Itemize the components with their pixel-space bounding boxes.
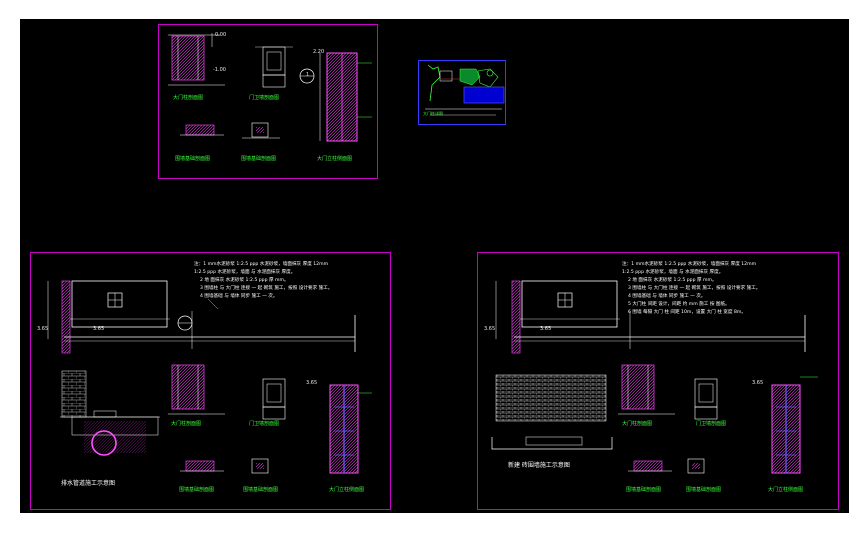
cad-drawing-canvas[interactable]: 0.00 -1.00 2.20 1 大门柱剖面图 门卫墙剖面图 大门立柱侧面图 … <box>20 19 849 513</box>
detail-label: 大门立柱侧面图 <box>768 487 804 493</box>
note-line: 3 围墙柱 与 大门柱 连接 一 起 砌筑 施工，按照 设计要求 施工。 <box>628 286 761 291</box>
dimension-value: 3.65 <box>306 380 318 386</box>
detail-label: 围墙基础剖面图 <box>241 156 277 162</box>
elevation-top: 0.00 <box>215 32 227 38</box>
note-line: 2 地 面抹灰 水泥砂浆 1:2.5 ppp 厚 mm。 <box>628 278 717 283</box>
detail-label: 门卫墙剖面图 <box>249 421 280 427</box>
detail-label: 大门柱剖面图 <box>622 421 653 427</box>
note-line: 5 大门柱 间距 设计，间距 约 mm 施工 按 图纸。 <box>628 302 730 307</box>
note-line: 2 地 面抹灰 水泥砂浆 1:2.5 ppp 厚 mm。 <box>200 278 289 283</box>
dimension-value: 3.65 <box>484 326 496 332</box>
dimension-value: 3.65 <box>37 326 49 332</box>
detail-label: 大门柱详图 <box>423 111 443 116</box>
detail-label: 围墙基础剖面图 <box>243 487 279 493</box>
note-line: 注：1 mm水泥砂浆 1:2.5 ppp 水泥砂浆，墙面抹灰 厚度 12mm <box>622 262 757 267</box>
detail-label: 大门立柱侧面图 <box>317 156 353 162</box>
detail-label: 围墙基础剖面图 <box>626 487 662 493</box>
detail-label: 围墙基础剖面图 <box>179 487 215 493</box>
note-line: 4 围墙基础 与 墙体 同步 施工 一 次。 <box>200 294 278 299</box>
note-line: 1:2.5 ppp 水泥砂浆，墙面 与 水泥面抹灰 厚度。 <box>622 270 724 275</box>
dimension-value: 3.65 <box>540 326 552 332</box>
detail-label: 大门立柱侧面图 <box>329 487 365 493</box>
elevation-low: -1.00 <box>213 67 226 73</box>
detail-label: 门卫墙剖面图 <box>696 421 727 427</box>
detail-label: 大门柱剖面图 <box>171 421 202 427</box>
sheet-title: 排水管道施工示意图 <box>61 480 116 487</box>
detail-label: 围墙基础剖面图 <box>686 487 722 493</box>
top-drawing-sheet[interactable]: 0.00 -1.00 2.20 1 大门柱剖面图 门卫墙剖面图 大门立柱侧面图 … <box>158 24 378 179</box>
dimension-value: 3.65 <box>752 380 764 386</box>
note-line: 4 围墙基础 与 墙体 同步 施工 一 次。 <box>628 294 706 299</box>
drawing-sheet-a[interactable]: 注：1 mm水泥砂浆 1:2.5 ppp 水泥砂浆，墙面抹灰 厚度 12mm 1… <box>30 252 391 510</box>
small-drawing-sheet[interactable]: 大门柱详图 <box>418 60 506 125</box>
dimension-value: 3.65 <box>93 326 105 332</box>
note-line: 6 围墙 每隔 大门 柱 间距 10m，设置 大门 柱 宽度 8m。 <box>628 310 746 315</box>
detail-label: 围墙基础剖面图 <box>175 156 211 162</box>
drawing-sheet-b[interactable]: 注：1 mm水泥砂浆 1:2.5 ppp 水泥砂浆，墙面抹灰 厚度 12mm 1… <box>477 252 839 510</box>
note-line: 3 围墙柱 与 大门柱 连接 一 起 砌筑 施工，按照 设计要求 施工。 <box>200 286 333 291</box>
note-line: 1:2.5 ppp 水泥砂浆，墙面 与 水泥面抹灰 厚度。 <box>194 270 296 275</box>
note-line: 注：1 mm水泥砂浆 1:2.5 ppp 水泥砂浆，墙面抹灰 厚度 12mm <box>194 262 329 267</box>
elevation-right: 2.20 <box>313 49 325 55</box>
section-marker-number: 1 <box>306 72 310 78</box>
detail-label: 大门柱剖面图 <box>173 95 204 101</box>
sheet-title: 新建 砖围墙施工示意图 <box>508 462 570 469</box>
detail-label: 门卫墙剖面图 <box>249 95 280 101</box>
